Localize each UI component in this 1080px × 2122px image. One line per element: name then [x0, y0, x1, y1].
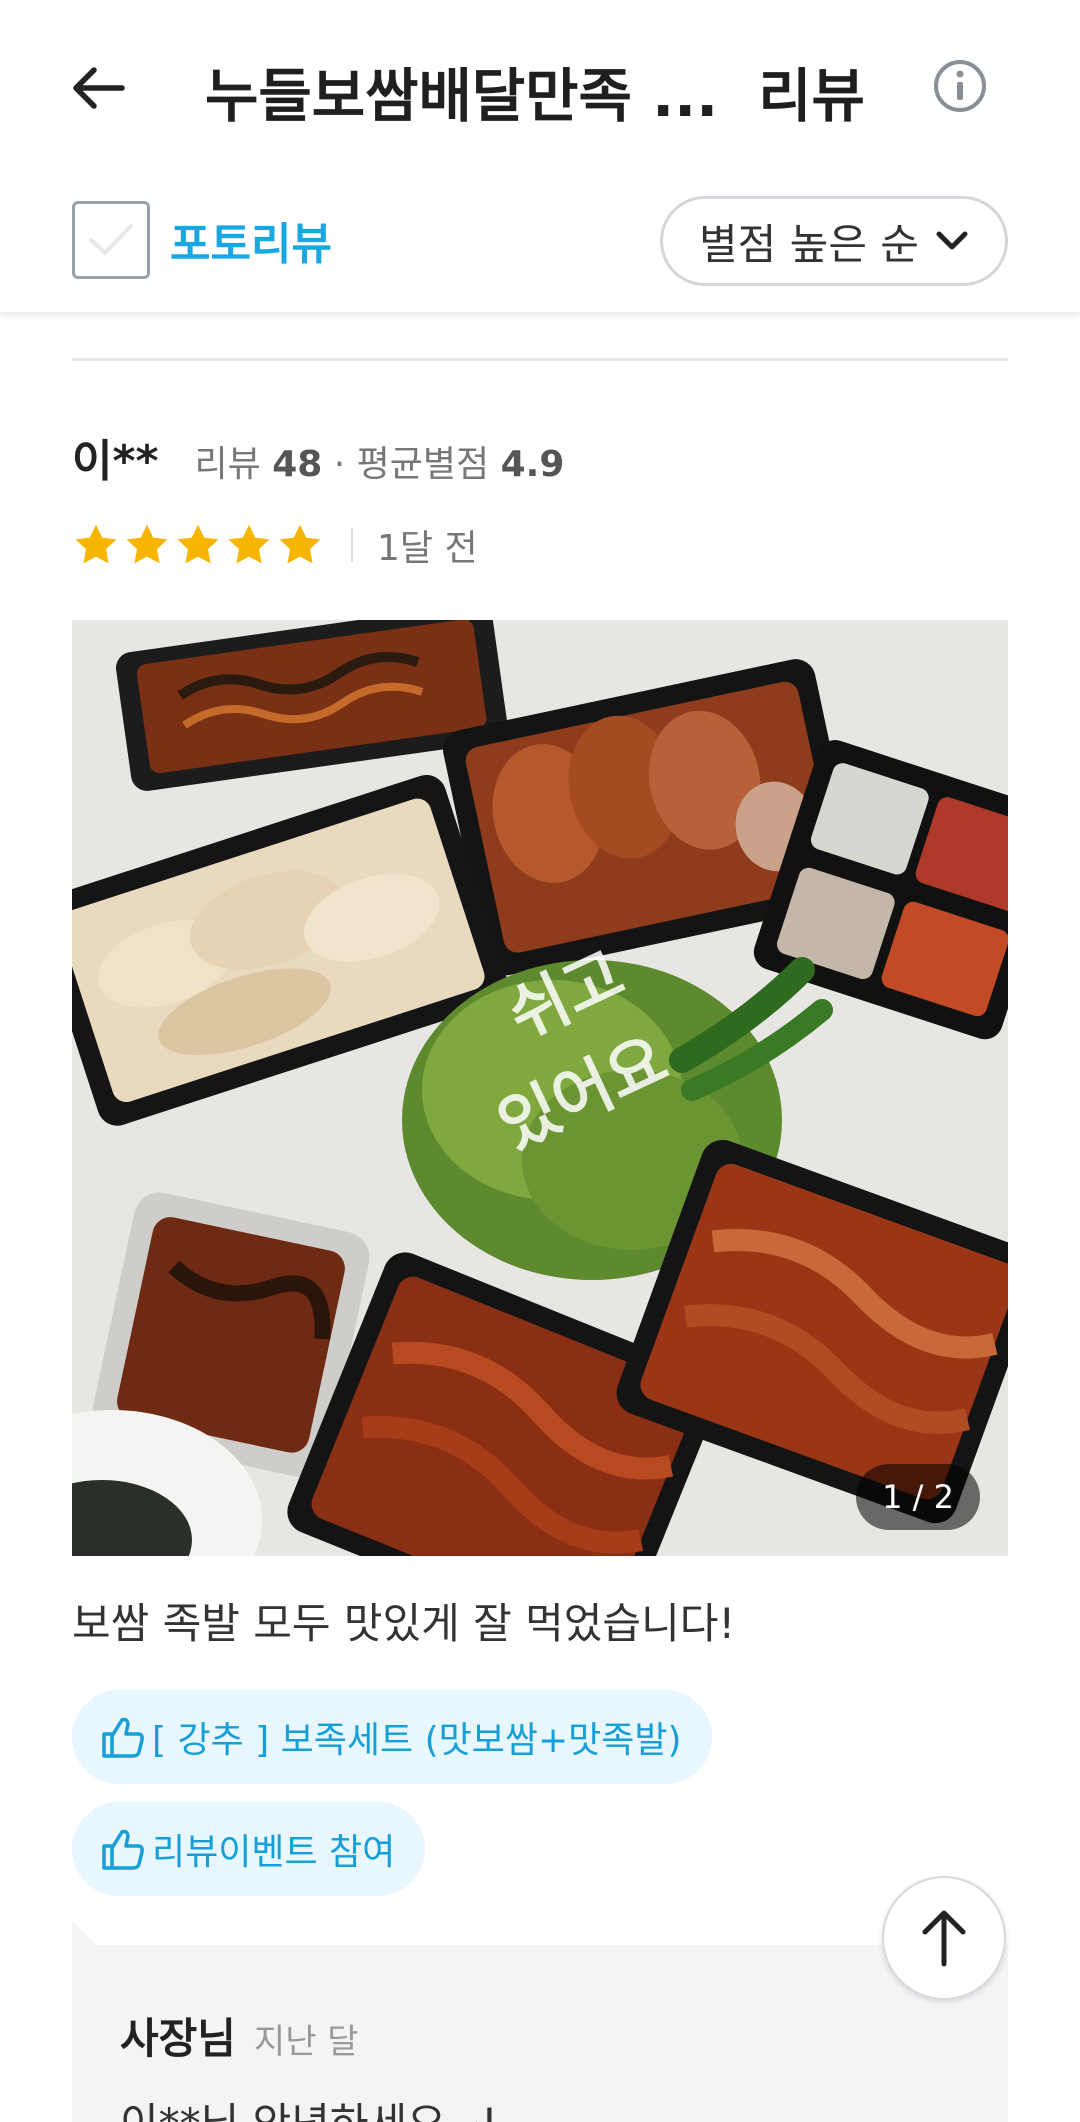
thumbs-up-icon — [102, 1829, 144, 1870]
back-button[interactable] — [58, 48, 138, 128]
owner-name: 사장님 — [120, 2014, 236, 2063]
rating-separator — [351, 528, 353, 562]
avg-rating: 4.9 — [500, 444, 565, 485]
reviewer-info: 이** 리뷰 48 · 평균별점 4.9 — [72, 425, 565, 487]
app-header: 누들보쌈배달만족 ... 리뷰 — [0, 0, 1080, 170]
menu-tag[interactable]: [ 강추 ] 보족세트 (맛보쌈+맛족발) — [72, 1690, 712, 1784]
arrow-up-icon — [922, 1910, 966, 1967]
star-icon — [75, 524, 117, 564]
star-icon — [126, 524, 168, 564]
title-suffix: 리뷰 — [758, 62, 865, 130]
thumbs-up-icon — [102, 1717, 144, 1758]
review-photo[interactable]: 쉬고 있어요 1 / 2 — [72, 620, 1008, 1556]
owner-reply-date: 지난 달 — [253, 2022, 359, 2062]
star-rating — [72, 521, 327, 569]
scroll-to-top-button[interactable] — [882, 1876, 1006, 2000]
info-button[interactable] — [930, 56, 990, 116]
sort-label: 별점 높은 순 — [699, 219, 919, 269]
reviewer-name[interactable]: 이** — [72, 425, 159, 489]
owner-reply-header: 사장님 지난 달 — [120, 2005, 359, 2066]
owner-reply-text: 이**님 안녕하세요~! — [120, 2090, 498, 2122]
sort-dropdown[interactable]: 별점 높은 순 — [660, 196, 1008, 286]
review-date: 1달 전 — [377, 528, 478, 569]
menu-tag-label: [ 강추 ] 보족세트 (맛보쌈+맛족발) — [152, 1720, 682, 1761]
meta-separator: · — [333, 444, 357, 485]
event-tag-label: 리뷰이벤트 참여 — [152, 1832, 396, 1873]
filter-bar: 포토리뷰 별점 높은 순 — [0, 170, 1080, 312]
rating-row: 1달 전 — [72, 515, 478, 575]
avg-rating-label: 평균별점 — [356, 444, 490, 485]
event-tag[interactable]: 리뷰이벤트 참여 — [72, 1802, 426, 1896]
chevron-down-icon — [936, 231, 968, 250]
star-icon — [177, 524, 219, 564]
review-text: 보쌈 족발 모두 맛있게 잘 먹었습니다! — [72, 1599, 736, 1648]
photo-review-label: 포토리뷰 — [170, 219, 332, 270]
owner-reply: 사장님 지난 달 이**님 안녕하세요~! — [72, 1945, 1008, 2122]
info-circle-icon — [934, 60, 986, 112]
review-count: 48 — [272, 444, 323, 485]
star-icon — [228, 524, 270, 564]
photo-review-checkbox[interactable] — [72, 201, 150, 279]
arrow-left-icon — [73, 67, 125, 109]
star-icon — [279, 524, 321, 564]
store-name: 누들보쌈배달만족 ... — [205, 62, 719, 130]
photo-counter: 1 / 2 — [856, 1464, 980, 1530]
food-photo-image: 쉬고 있어요 — [72, 620, 1008, 1556]
reply-notch — [72, 1921, 96, 1945]
divider — [72, 358, 1008, 361]
check-icon — [89, 224, 133, 255]
reviewer-stats: 리뷰 48 · 평균별점 4.9 — [195, 435, 565, 487]
review-count-label: 리뷰 — [194, 444, 261, 485]
page-title: 누들보쌈배달만족 ... 리뷰 — [205, 46, 895, 136]
photo-review-filter[interactable]: 포토리뷰 — [72, 200, 332, 280]
